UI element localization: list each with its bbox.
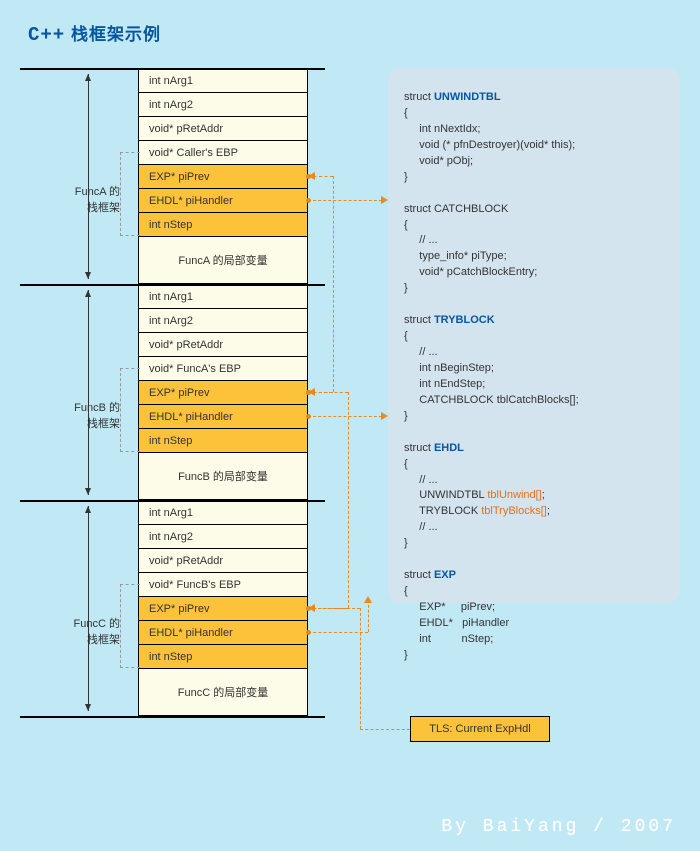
title-rest: 栈框架示例 [65,25,161,44]
connector [360,729,410,730]
code-panel: struct UNWINDTBL { int nNextIdx; void (*… [388,68,680,603]
frame-rule [20,68,325,70]
frame-extent-arrow [88,74,89,279]
diagram-title: C++ 栈框架示例 [28,20,161,46]
connector [308,632,368,633]
stack-cell: int nStep [139,429,307,453]
tls-label: TLS: Current ExpHdl [429,723,530,735]
connector [308,608,360,609]
stack-cell: void* FuncB's EBP [139,573,307,597]
frame-label-c: FuncC 的 栈框架 [45,615,120,647]
connector-dot [306,414,311,419]
stack-cell: FuncB 的局部变量 [139,453,307,501]
footer-credit: By BaiYang / 2007 [441,817,676,837]
connector-dot [306,630,311,635]
stack-cell: void* Caller's EBP [139,141,307,165]
frame-label-b: FuncB 的 栈框架 [45,399,120,431]
stack-cell: void* pRetAddr [139,117,307,141]
frame-bracket [120,368,140,452]
stack-cell: void* pRetAddr [139,333,307,357]
stack-cell: int nArg1 [139,285,307,309]
stack-cell: int nArg2 [139,93,307,117]
arrowhead-icon [308,604,315,612]
stack-cell: int nArg1 [139,501,307,525]
stack-cell: EHDL* piHandler [139,405,307,429]
connector [333,176,334,392]
stack-cell: int nArg1 [139,69,307,93]
stack-cell: EXP* piPrev [139,381,307,405]
stack-column: int nArg1int nArg2void* pRetAddrvoid* Ca… [138,68,308,717]
connector [348,392,349,608]
frame-bracket [120,584,140,668]
frame-extent-arrow [88,290,89,495]
stack-cell: EHDL* piHandler [139,189,307,213]
frame-bracket [120,152,140,236]
arrowhead-icon [308,172,315,180]
connector [360,608,361,729]
frame-rule [20,500,325,502]
stack-cell: int nStep [139,645,307,669]
connector-dot [306,198,311,203]
arrowhead-icon [381,412,388,420]
frame-rule [20,284,325,286]
stack-cell: int nArg2 [139,309,307,333]
frame-rule [20,716,325,718]
stack-cell: EHDL* piHandler [139,621,307,645]
stack-cell: void* pRetAddr [139,549,307,573]
connector [368,600,369,632]
stack-cell: FuncA 的局部变量 [139,237,307,285]
tls-box: TLS: Current ExpHdl [410,716,550,742]
stack-cell: int nArg2 [139,525,307,549]
frame-extent-arrow [88,506,89,711]
arrowhead-icon [308,388,315,396]
stack-cell: int nStep [139,213,307,237]
stack-cell: void* FuncA's EBP [139,357,307,381]
connector [308,416,382,417]
stack-cell: FuncC 的局部变量 [139,669,307,717]
connector [308,200,382,201]
arrowhead-icon [381,196,388,204]
title-cpp: C++ [28,24,65,46]
stack-cell: EXP* piPrev [139,165,307,189]
stack-cell: EXP* piPrev [139,597,307,621]
arrowhead-icon [364,596,372,603]
frame-label-a: FuncA 的 栈框架 [45,183,120,215]
